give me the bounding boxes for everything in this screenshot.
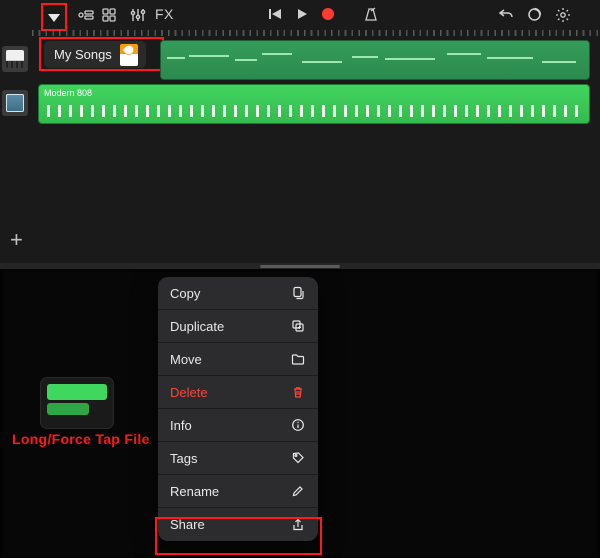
menu-item-tags[interactable]: Tags: [158, 442, 318, 475]
track-view-icon[interactable]: [78, 8, 94, 22]
project-file-tile[interactable]: [40, 377, 114, 429]
track-header-1[interactable]: [0, 40, 32, 80]
home-indicator: [260, 265, 340, 268]
files-browser-panel: Long/Force Tap File Copy Duplicate Move: [0, 269, 600, 558]
project-title-pill[interactable]: My Songs: [44, 41, 146, 68]
loop-browser-icon[interactable]: [527, 7, 542, 22]
menu-item-rename[interactable]: Rename: [158, 475, 318, 508]
menu-label: Rename: [170, 484, 219, 499]
add-track-button[interactable]: +: [10, 227, 23, 253]
context-menu: Copy Duplicate Move Delete: [158, 277, 318, 541]
copy-icon: [290, 285, 306, 301]
midi-region-1[interactable]: [160, 40, 590, 80]
menu-label: Tags: [170, 451, 197, 466]
garageband-editor-panel: FX My So: [0, 0, 600, 269]
menu-label: Delete: [170, 385, 208, 400]
settings-gear-icon[interactable]: [555, 7, 571, 23]
record-icon[interactable]: [321, 7, 335, 21]
menu-item-copy[interactable]: Copy: [158, 277, 318, 310]
menu-item-duplicate[interactable]: Duplicate: [158, 310, 318, 343]
region-label: Modern 808: [44, 88, 92, 98]
pencil-icon: [290, 483, 306, 499]
tag-icon: [290, 450, 306, 466]
trash-icon: [290, 384, 306, 400]
menu-label: Info: [170, 418, 192, 433]
share-icon: [290, 517, 306, 533]
play-icon[interactable]: [295, 7, 309, 21]
garageband-app-icon: [120, 44, 138, 66]
menu-label: Duplicate: [170, 319, 224, 334]
menu-item-delete[interactable]: Delete: [158, 376, 318, 409]
triangle-down-icon[interactable]: [47, 10, 61, 28]
menu-item-move[interactable]: Move: [158, 343, 318, 376]
duplicate-icon: [290, 318, 306, 334]
midi-region-2[interactable]: Modern 808: [38, 84, 590, 124]
fx-button[interactable]: FX: [155, 6, 174, 22]
cell-view-icon[interactable]: [102, 8, 116, 22]
timeline-ruler[interactable]: [32, 30, 600, 36]
sliders-icon[interactable]: [130, 8, 146, 22]
undo-icon[interactable]: [498, 7, 514, 21]
menu-item-info[interactable]: Info: [158, 409, 318, 442]
menu-label: Move: [170, 352, 202, 367]
info-icon: [290, 417, 306, 433]
menu-label: Copy: [170, 286, 200, 301]
instrument-synth-icon: [2, 90, 28, 116]
track-header-2[interactable]: [0, 84, 32, 124]
project-title-text: My Songs: [54, 47, 112, 62]
menu-item-share[interactable]: Share: [158, 508, 318, 541]
skip-back-icon[interactable]: [268, 7, 282, 21]
metronome-icon[interactable]: [364, 7, 378, 21]
instrument-piano-icon: [2, 46, 28, 72]
main-toolbar: FX: [0, 6, 600, 30]
annotation-tap-instruction: Long/Force Tap File: [12, 431, 150, 447]
folder-icon: [290, 351, 306, 367]
menu-label: Share: [170, 517, 205, 532]
